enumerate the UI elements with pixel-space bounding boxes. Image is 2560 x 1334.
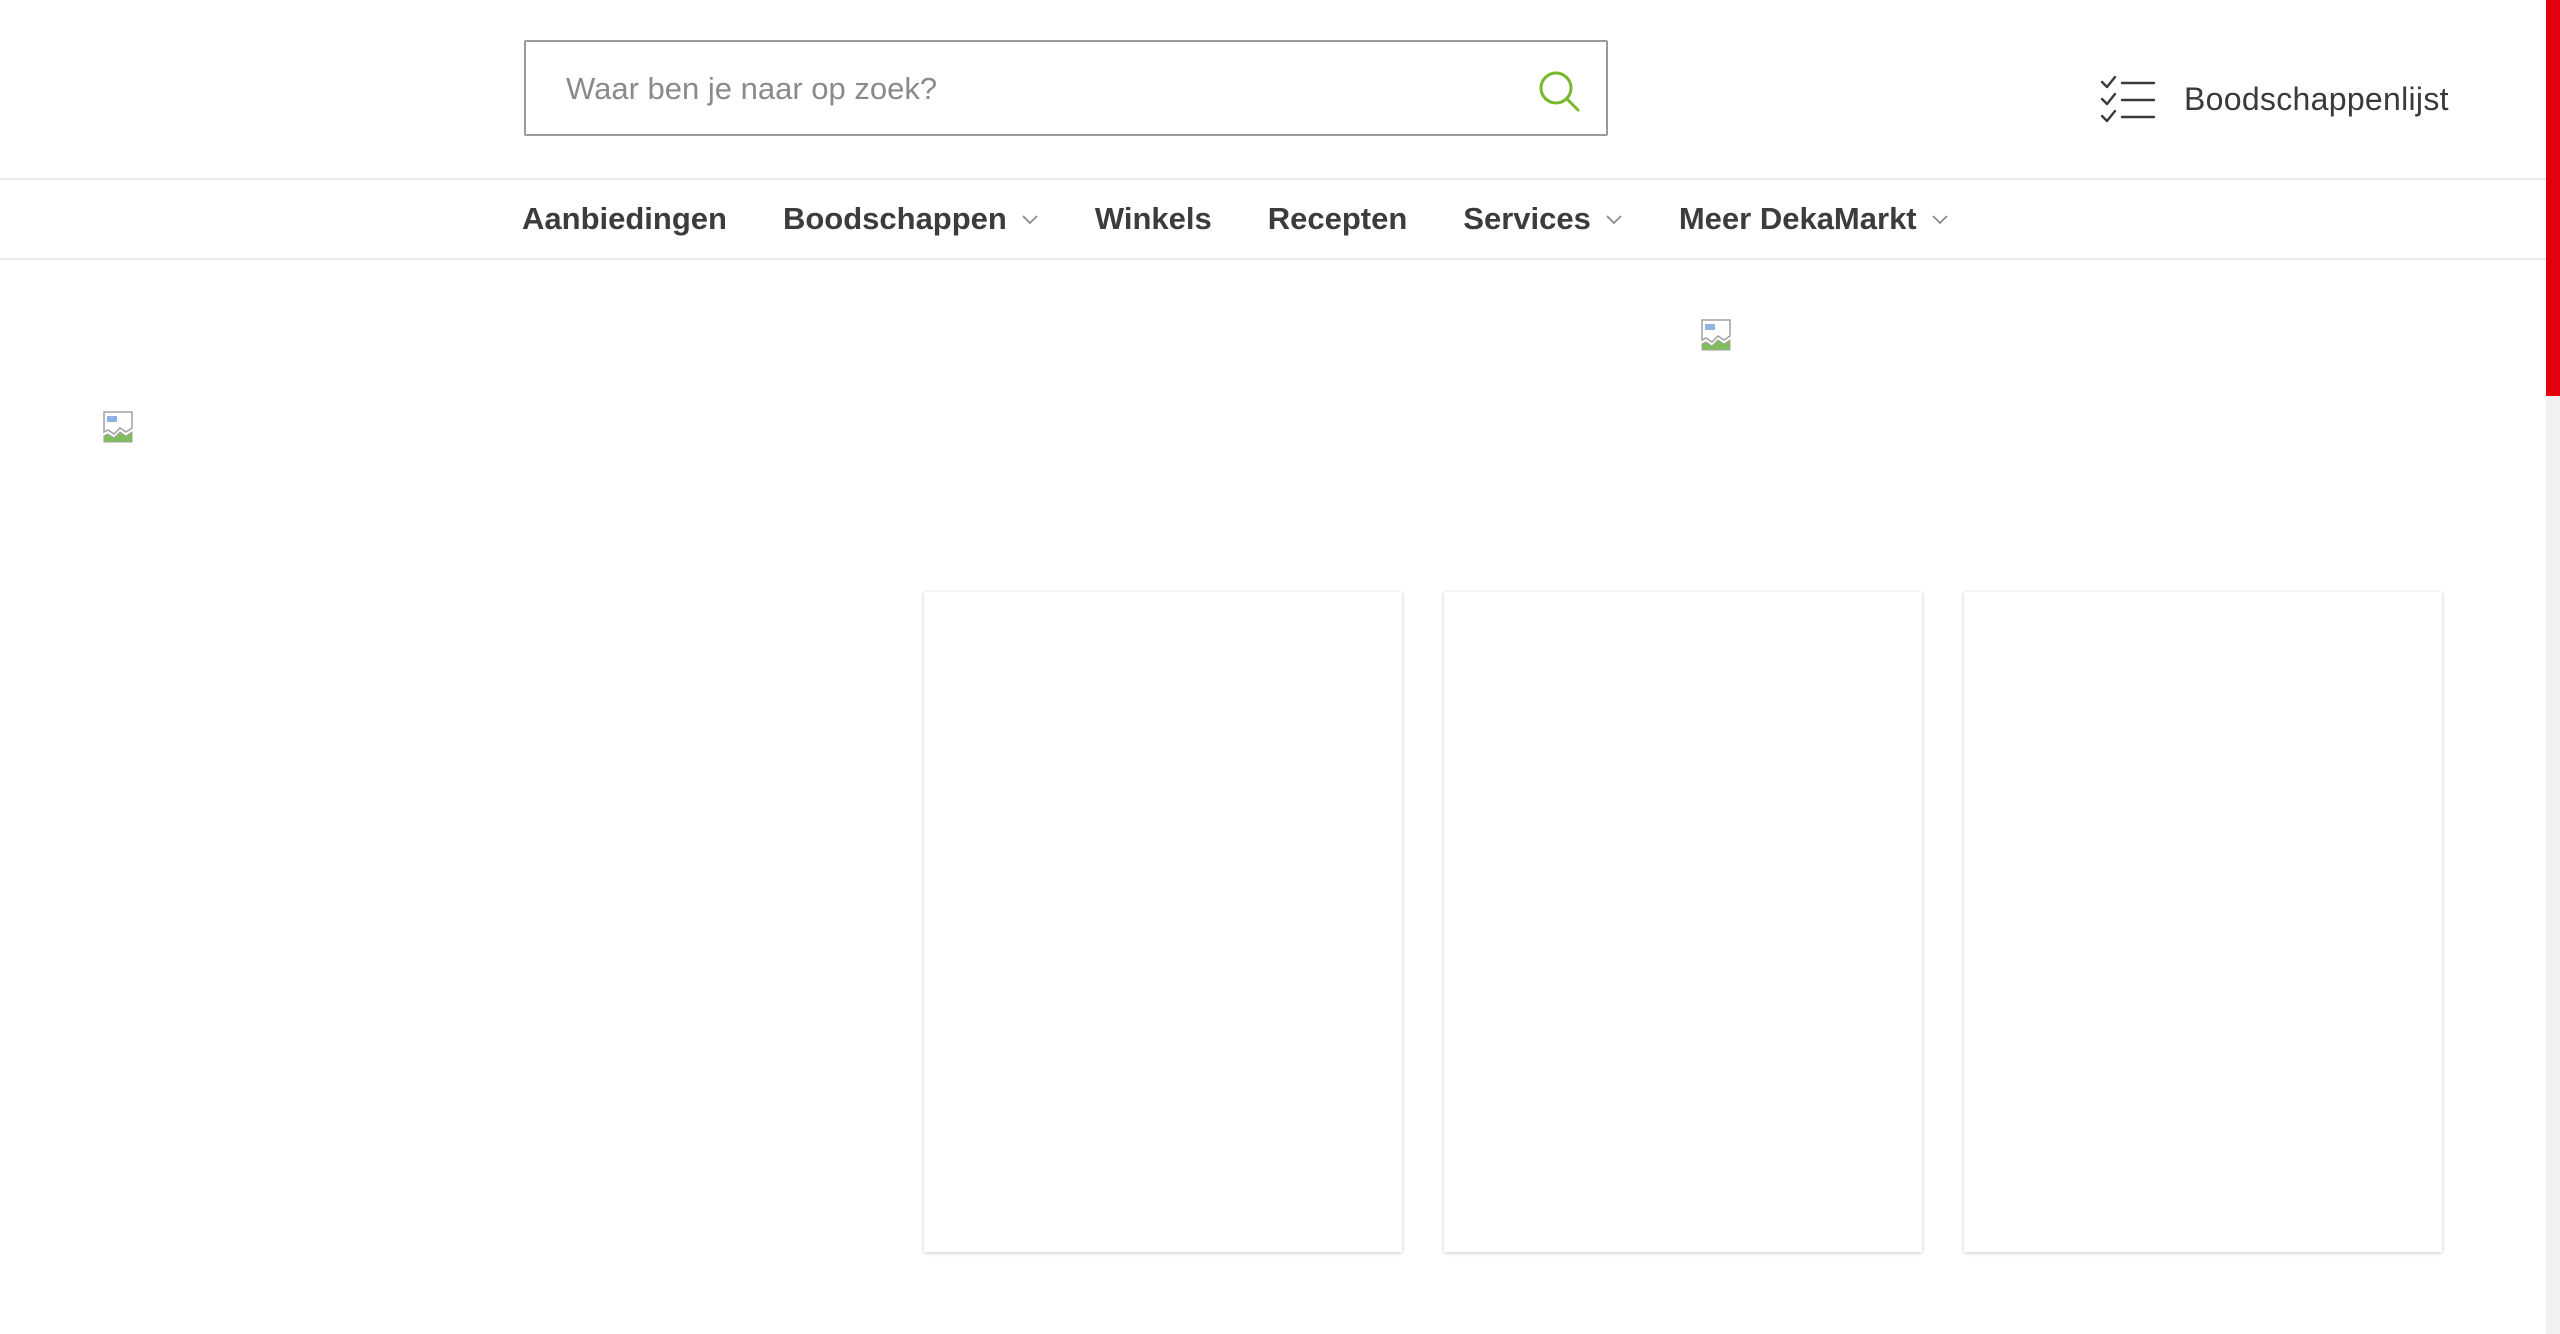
shopping-list-label: Boodschappenlijst [2184,80,2449,117]
nav-item-label: Aanbiedingen [522,201,727,236]
broken-image-icon [1701,319,1731,351]
checklist-icon [2100,75,2156,123]
search-input[interactable] [564,42,1508,136]
product-card[interactable] [1444,592,1922,1252]
chevron-down-icon [1932,215,1948,225]
chevron-down-icon [1022,215,1038,225]
search-icon[interactable] [1536,68,1582,114]
product-card[interactable] [924,592,1402,1252]
broken-image-icon [103,411,133,443]
site-header: Boodschappenlijst [0,0,2546,180]
nav-item-label: Winkels [1094,201,1212,236]
nav-item-meer-dekamarkt[interactable]: Meer DekaMarkt [1679,201,1949,237]
product-card[interactable] [1964,592,2442,1252]
nav-item-boodschappen[interactable]: Boodschappen [783,201,1039,237]
nav-item-label: Boodschappen [782,201,1007,236]
page: Boodschappenlijst Aanbiedingen Boodschap… [0,0,2560,1334]
main-nav: Aanbiedingen Boodschappen Winkels Recept… [0,180,2546,260]
nav-item-label: Meer DekaMarkt [1678,201,1917,236]
nav-item-label: Recepten [1267,201,1408,236]
scrollbar-thumb[interactable] [2546,0,2560,396]
chevron-down-icon [1606,215,1622,225]
nav-item-recepten[interactable]: Recepten [1268,201,1408,237]
shopping-list-link[interactable]: Boodschappenlijst [2100,74,2449,124]
scrollbar[interactable] [2546,0,2560,1334]
nav-item-winkels[interactable]: Winkels [1095,201,1212,237]
nav-item-aanbiedingen[interactable]: Aanbiedingen [522,201,727,237]
nav-item-label: Services [1463,201,1591,236]
nav-item-services[interactable]: Services [1463,201,1623,237]
search-box[interactable] [524,40,1608,136]
